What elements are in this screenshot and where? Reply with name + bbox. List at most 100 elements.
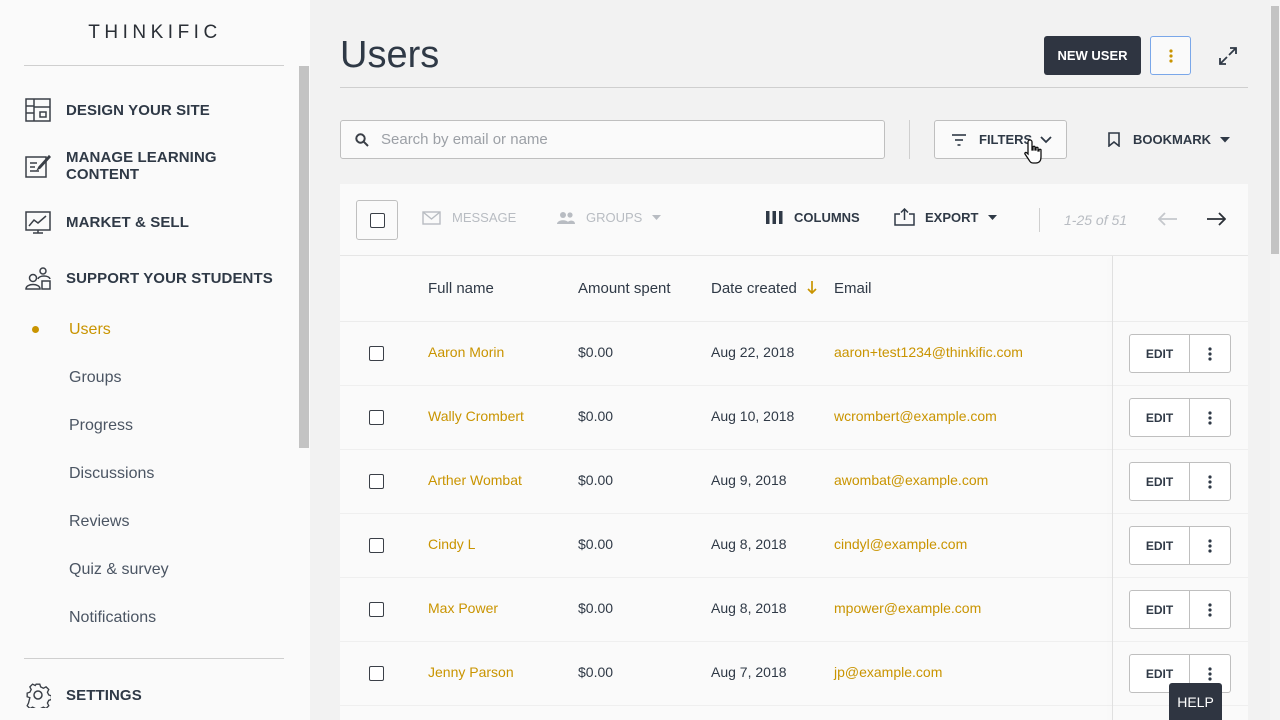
sidebar-item-label: SUPPORT YOUR STUDENTS (66, 269, 273, 287)
row-checkbox[interactable] (369, 474, 384, 489)
user-name-link[interactable]: Cindy L (428, 536, 475, 552)
user-email-link[interactable]: jp@example.com (834, 664, 942, 680)
filter-icon (952, 133, 966, 146)
column-header-email[interactable]: Email (834, 280, 872, 297)
sidebar-item-support-your-students[interactable]: SUPPORT YOUR STUDENTS (24, 258, 294, 298)
bookmark-icon (1108, 132, 1120, 147)
help-button[interactable]: HELP (1169, 683, 1222, 720)
sidebar-item-label: SETTINGS (66, 686, 142, 704)
row-more-button[interactable] (1190, 591, 1230, 628)
thinkific-logo[interactable]: THINKIFIC (0, 22, 310, 44)
kebab-icon (1208, 666, 1212, 681)
user-email-link[interactable]: wcrombert@example.com (834, 408, 997, 424)
previous-page-button[interactable] (1157, 212, 1178, 231)
envelope-icon (422, 210, 441, 225)
sidebar-item-design-your-site[interactable]: DESIGN YOUR SITE (24, 90, 294, 130)
header-divider (340, 87, 1248, 88)
sidebar-item-market-sell[interactable]: MARKET & SELL (24, 202, 294, 242)
search-input[interactable] (381, 131, 841, 148)
row-more-button[interactable] (1190, 527, 1230, 564)
edit-button[interactable]: EDIT (1130, 335, 1190, 372)
groups-button[interactable]: GROUPS (556, 210, 662, 225)
chart-icon (24, 208, 52, 236)
column-header-date-created[interactable]: Date created (711, 280, 817, 297)
sidebar-subitem-quiz-survey[interactable]: Quiz & survey (69, 561, 169, 579)
edit-button[interactable]: EDIT (1130, 591, 1190, 628)
new-user-button[interactable]: NEW USER (1044, 36, 1141, 75)
sidebar-subitem-discussions[interactable]: Discussions (69, 465, 154, 483)
amount-spent: $0.00 (578, 344, 614, 360)
message-label: MESSAGE (452, 210, 517, 225)
date-created: Aug 8, 2018 (711, 536, 787, 552)
caret-down-icon (988, 214, 998, 220)
bookmark-button[interactable]: BOOKMARK (1108, 120, 1230, 159)
students-icon (24, 264, 52, 292)
column-header-full-name[interactable]: Full name (428, 280, 494, 297)
search-field[interactable] (340, 120, 885, 159)
user-email-link[interactable]: aaron+test1234@thinkific.com (834, 344, 1023, 360)
row-checkbox[interactable] (369, 666, 384, 681)
sidebar-subitem-users[interactable]: Users (69, 321, 111, 339)
edit-button[interactable]: EDIT (1130, 527, 1190, 564)
row-more-button[interactable] (1190, 399, 1230, 436)
row-actions: EDIT (1129, 334, 1231, 373)
edit-document-icon (24, 152, 52, 180)
next-page-button[interactable] (1206, 212, 1227, 231)
user-name-link[interactable]: Aaron Morin (428, 344, 504, 360)
message-button[interactable]: MESSAGE (422, 210, 516, 225)
date-created: Aug 10, 2018 (711, 408, 795, 424)
arrow-right-icon (1207, 212, 1227, 226)
hand-cursor-icon (1024, 138, 1044, 171)
sort-arrow-down-icon (807, 281, 817, 295)
user-name-link[interactable]: Arther Wombat (428, 472, 522, 488)
filters-button[interactable]: FILTERS (934, 120, 1067, 159)
sidebar-subitem-progress[interactable]: Progress (69, 417, 133, 435)
date-created: Aug 7, 2018 (711, 664, 787, 680)
kebab-icon (1168, 48, 1173, 63)
columns-button[interactable]: COLUMNS (766, 210, 860, 225)
row-checkbox[interactable] (369, 602, 384, 617)
user-name-link[interactable]: Wally Crombert (428, 408, 524, 424)
sidebar-subitem-reviews[interactable]: Reviews (69, 513, 129, 531)
toolbar-separator (909, 120, 910, 159)
columns-label: COLUMNS (794, 210, 860, 225)
expand-button[interactable] (1216, 44, 1240, 68)
scrollbar-thumb[interactable] (1271, 6, 1279, 254)
sidebar-item-label: MANAGE LEARNING CONTENT (65, 149, 217, 183)
row-checkbox[interactable] (369, 346, 384, 361)
user-name-link[interactable]: Jenny Parson (428, 664, 514, 680)
row-actions: EDIT (1129, 462, 1231, 501)
export-button[interactable]: EXPORT (894, 208, 998, 226)
row-checkbox[interactable] (369, 538, 384, 553)
select-all-checkbox[interactable] (356, 200, 398, 240)
sidebar-scrollbar[interactable] (299, 66, 309, 448)
column-header-amount-spent[interactable]: Amount spent (578, 280, 671, 297)
users-table-card: MESSAGE GROUPS COLUMNS EXPORT 1-25 of 51 (340, 184, 1248, 720)
row-more-button[interactable] (1190, 463, 1230, 500)
user-email-link[interactable]: mpower@example.com (834, 600, 981, 616)
edit-button[interactable]: EDIT (1130, 399, 1190, 436)
sidebar-item-manage-learning-content[interactable]: MANAGE LEARNING CONTENT (24, 146, 294, 186)
column-header-label: Date created (711, 280, 797, 297)
sidebar-item-settings[interactable]: SETTINGS (24, 675, 294, 715)
row-checkbox[interactable] (369, 410, 384, 425)
row-more-button[interactable] (1190, 335, 1230, 372)
user-email-link[interactable]: awombat@example.com (834, 472, 988, 488)
page-scrollbar[interactable] (1270, 0, 1280, 720)
user-email-link[interactable]: cindyl@example.com (834, 536, 967, 552)
checkbox-icon (369, 212, 385, 228)
more-options-button[interactable] (1150, 36, 1191, 75)
edit-button[interactable]: EDIT (1130, 463, 1190, 500)
active-indicator (32, 326, 39, 333)
pagination-count: 1-25 of 51 (1064, 212, 1128, 228)
user-name-link[interactable]: Max Power (428, 600, 498, 616)
arrow-left-icon (1157, 212, 1177, 226)
sidebar-subitem-groups[interactable]: Groups (69, 369, 121, 387)
group-icon (557, 211, 575, 224)
sidebar-subitem-notifications[interactable]: Notifications (69, 609, 156, 627)
actions-column-divider (1112, 256, 1113, 720)
export-label: EXPORT (925, 209, 979, 225)
sidebar-divider (24, 658, 284, 659)
row-actions: EDIT (1129, 590, 1231, 629)
table-toolbar: MESSAGE GROUPS COLUMNS EXPORT 1-25 of 51 (340, 184, 1248, 256)
